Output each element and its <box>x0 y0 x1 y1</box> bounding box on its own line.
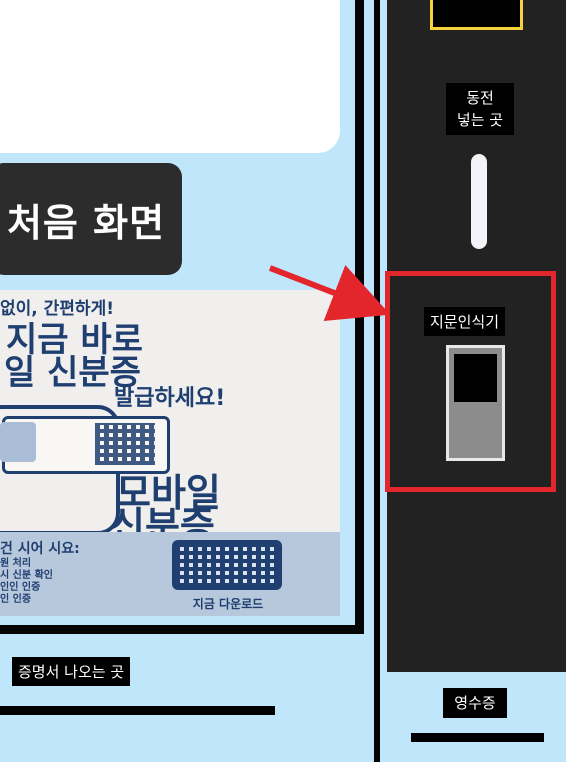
red-arrow-icon <box>268 265 391 321</box>
